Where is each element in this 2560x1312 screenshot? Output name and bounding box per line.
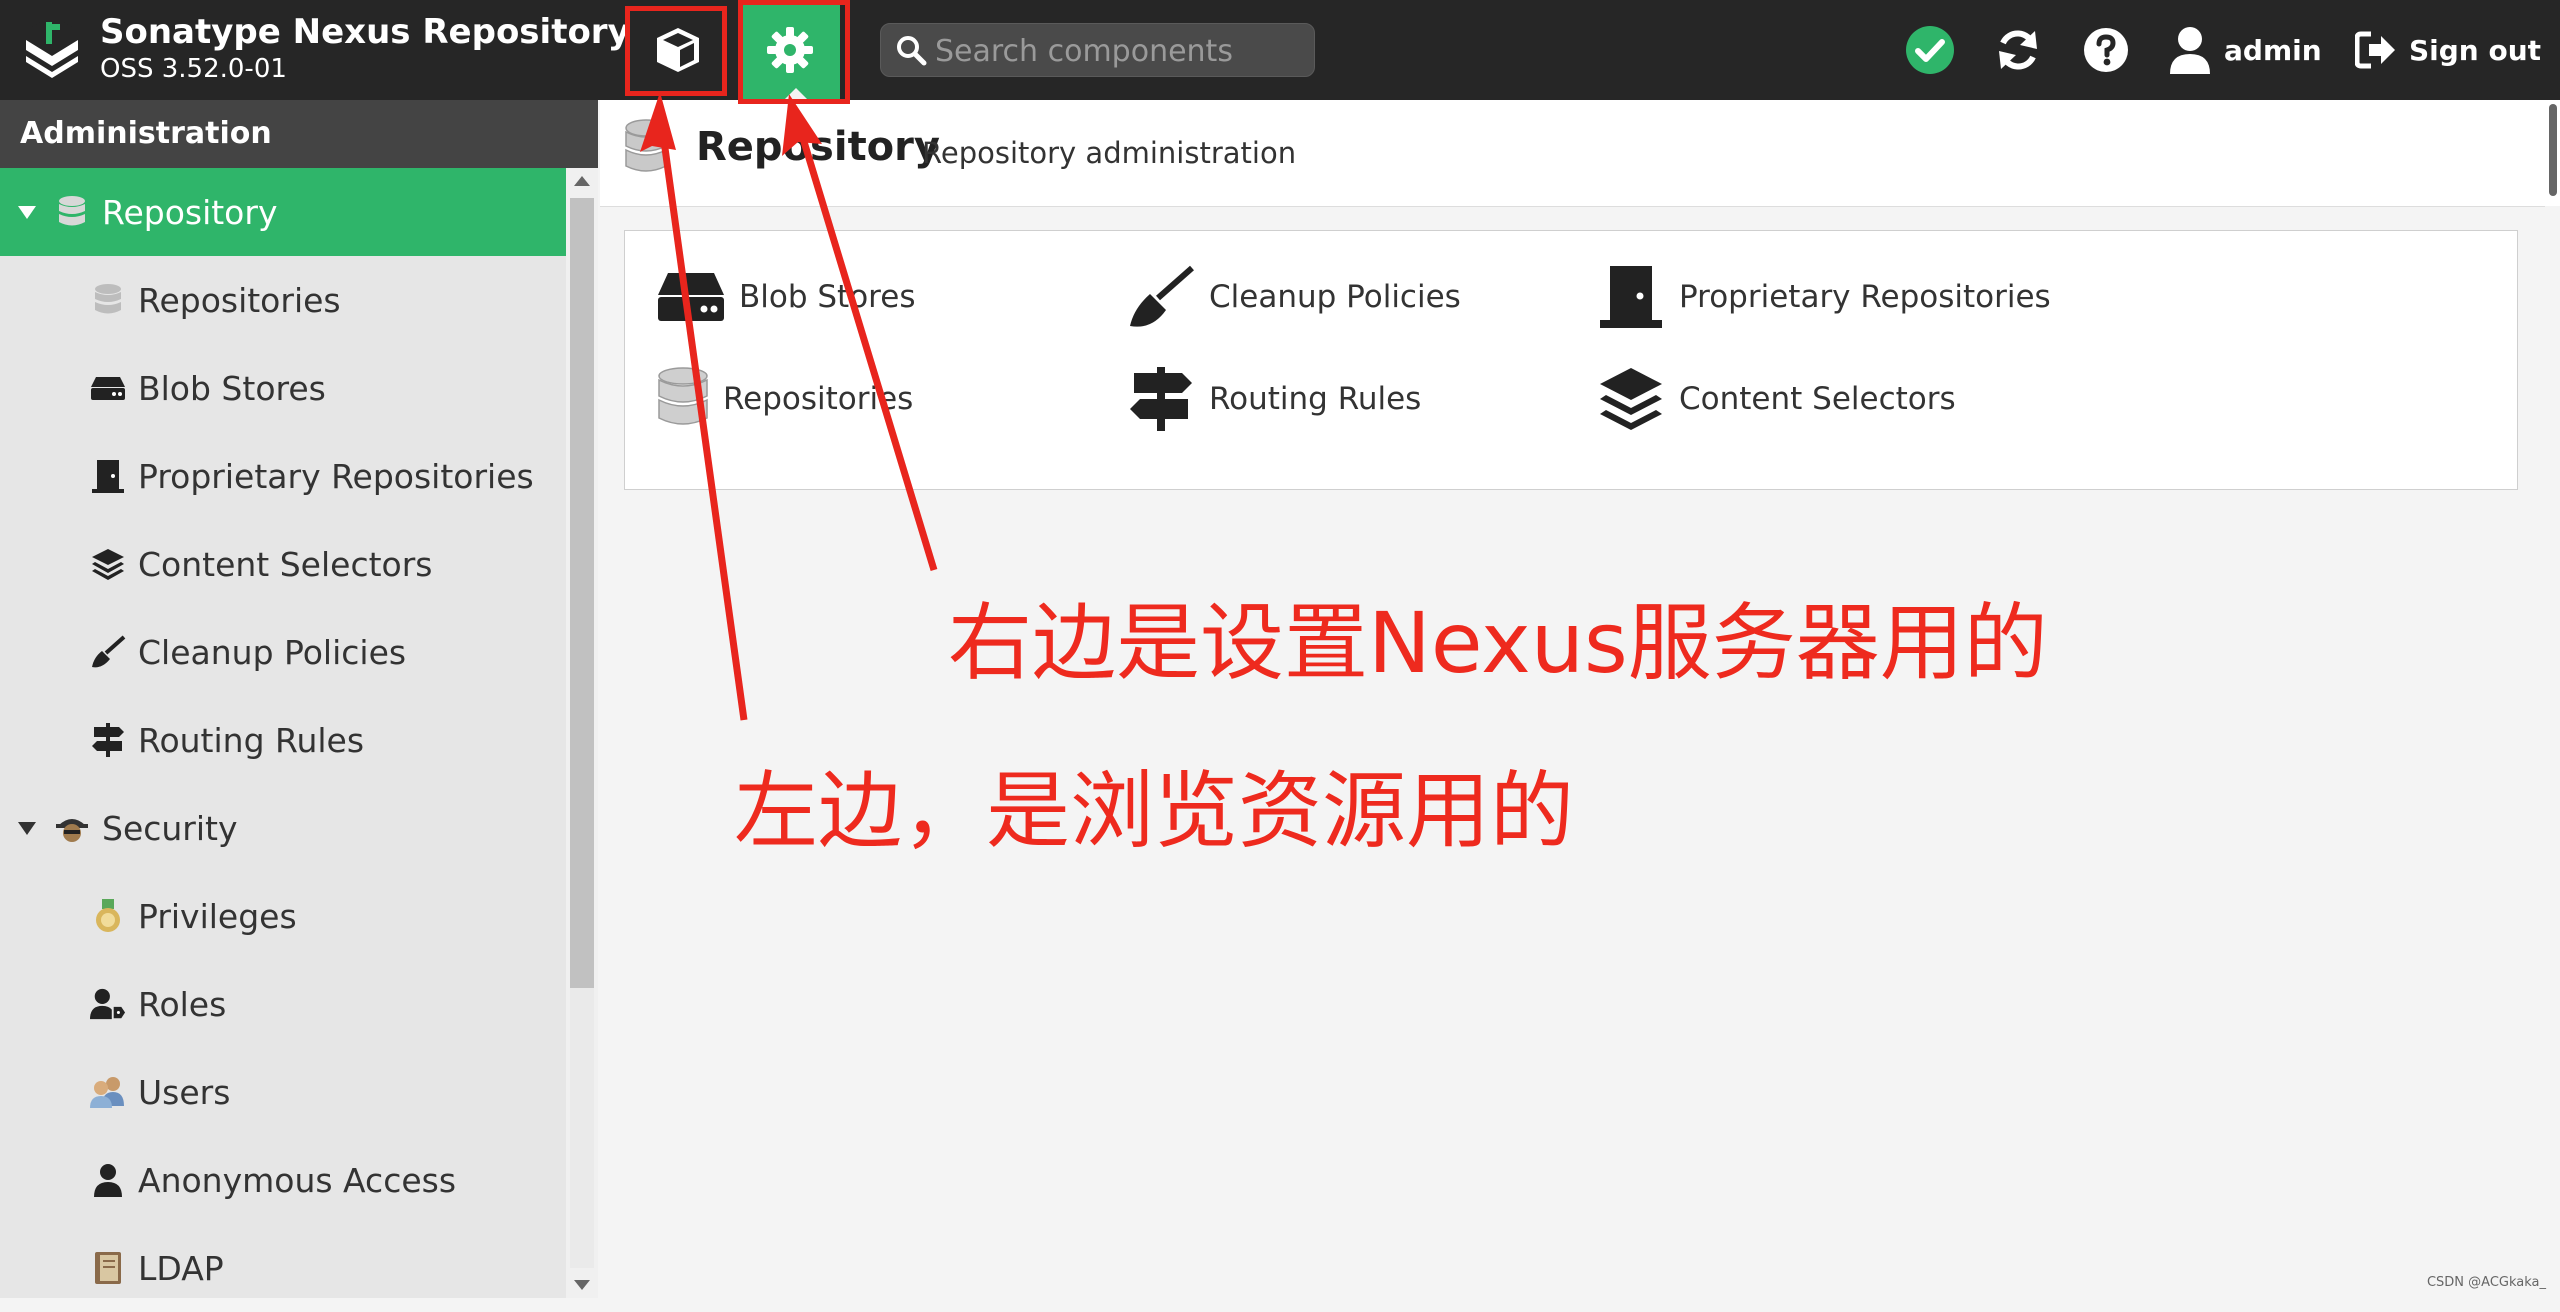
watermark: CSDN @ACGkaka_	[2426, 1275, 2546, 1290]
annotation-left-note: 左边，是浏览资源用的	[734, 762, 1575, 860]
arrow-to-browse	[640, 92, 748, 721]
annotation-right-note: 右边是设置Nexus服务器用的	[948, 594, 2048, 692]
arrow-to-admin	[782, 94, 938, 572]
